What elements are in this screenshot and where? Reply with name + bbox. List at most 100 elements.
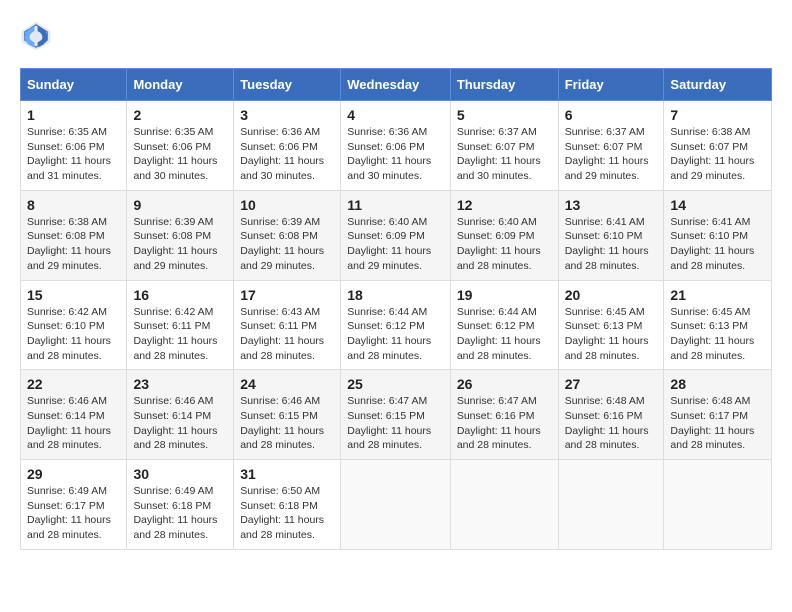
day-number: 10 — [240, 197, 334, 213]
calendar-cell: 16 Sunrise: 6:42 AMSunset: 6:11 PMDaylig… — [127, 280, 234, 370]
calendar-cell — [450, 460, 558, 550]
calendar-cell — [558, 460, 664, 550]
col-thursday: Thursday — [450, 69, 558, 101]
day-number: 17 — [240, 287, 334, 303]
day-info: Sunrise: 6:36 AMSunset: 6:06 PMDaylight:… — [240, 125, 334, 184]
col-saturday: Saturday — [664, 69, 772, 101]
calendar-cell: 26 Sunrise: 6:47 AMSunset: 6:16 PMDaylig… — [450, 370, 558, 460]
calendar-cell: 6 Sunrise: 6:37 AMSunset: 6:07 PMDayligh… — [558, 101, 664, 191]
day-info: Sunrise: 6:49 AMSunset: 6:17 PMDaylight:… — [27, 484, 120, 543]
day-number: 16 — [133, 287, 227, 303]
day-info: Sunrise: 6:47 AMSunset: 6:15 PMDaylight:… — [347, 394, 444, 453]
calendar-cell: 3 Sunrise: 6:36 AMSunset: 6:06 PMDayligh… — [234, 101, 341, 191]
calendar-cell: 2 Sunrise: 6:35 AMSunset: 6:06 PMDayligh… — [127, 101, 234, 191]
calendar-cell: 30 Sunrise: 6:49 AMSunset: 6:18 PMDaylig… — [127, 460, 234, 550]
calendar-cell: 12 Sunrise: 6:40 AMSunset: 6:09 PMDaylig… — [450, 190, 558, 280]
calendar-cell: 4 Sunrise: 6:36 AMSunset: 6:06 PMDayligh… — [341, 101, 451, 191]
day-number: 30 — [133, 466, 227, 482]
day-info: Sunrise: 6:49 AMSunset: 6:18 PMDaylight:… — [133, 484, 227, 543]
day-info: Sunrise: 6:44 AMSunset: 6:12 PMDaylight:… — [347, 305, 444, 364]
calendar-cell: 31 Sunrise: 6:50 AMSunset: 6:18 PMDaylig… — [234, 460, 341, 550]
calendar-cell: 8 Sunrise: 6:38 AMSunset: 6:08 PMDayligh… — [21, 190, 127, 280]
col-tuesday: Tuesday — [234, 69, 341, 101]
day-info: Sunrise: 6:35 AMSunset: 6:06 PMDaylight:… — [27, 125, 120, 184]
day-number: 7 — [670, 107, 765, 123]
calendar-cell: 27 Sunrise: 6:48 AMSunset: 6:16 PMDaylig… — [558, 370, 664, 460]
calendar-cell: 15 Sunrise: 6:42 AMSunset: 6:10 PMDaylig… — [21, 280, 127, 370]
calendar-cell: 5 Sunrise: 6:37 AMSunset: 6:07 PMDayligh… — [450, 101, 558, 191]
day-number: 21 — [670, 287, 765, 303]
day-info: Sunrise: 6:46 AMSunset: 6:14 PMDaylight:… — [133, 394, 227, 453]
day-info: Sunrise: 6:41 AMSunset: 6:10 PMDaylight:… — [565, 215, 658, 274]
day-info: Sunrise: 6:41 AMSunset: 6:10 PMDaylight:… — [670, 215, 765, 274]
calendar-cell: 24 Sunrise: 6:46 AMSunset: 6:15 PMDaylig… — [234, 370, 341, 460]
day-info: Sunrise: 6:45 AMSunset: 6:13 PMDaylight:… — [670, 305, 765, 364]
day-number: 20 — [565, 287, 658, 303]
calendar-cell: 25 Sunrise: 6:47 AMSunset: 6:15 PMDaylig… — [341, 370, 451, 460]
day-info: Sunrise: 6:39 AMSunset: 6:08 PMDaylight:… — [133, 215, 227, 274]
calendar-week-row: 1 Sunrise: 6:35 AMSunset: 6:06 PMDayligh… — [21, 101, 772, 191]
day-number: 5 — [457, 107, 552, 123]
day-info: Sunrise: 6:44 AMSunset: 6:12 PMDaylight:… — [457, 305, 552, 364]
day-number: 12 — [457, 197, 552, 213]
day-info: Sunrise: 6:47 AMSunset: 6:16 PMDaylight:… — [457, 394, 552, 453]
calendar-cell: 23 Sunrise: 6:46 AMSunset: 6:14 PMDaylig… — [127, 370, 234, 460]
day-number: 19 — [457, 287, 552, 303]
day-info: Sunrise: 6:45 AMSunset: 6:13 PMDaylight:… — [565, 305, 658, 364]
day-number: 15 — [27, 287, 120, 303]
calendar-cell: 7 Sunrise: 6:38 AMSunset: 6:07 PMDayligh… — [664, 101, 772, 191]
col-friday: Friday — [558, 69, 664, 101]
day-info: Sunrise: 6:46 AMSunset: 6:15 PMDaylight:… — [240, 394, 334, 453]
day-number: 23 — [133, 376, 227, 392]
day-number: 11 — [347, 197, 444, 213]
day-info: Sunrise: 6:46 AMSunset: 6:14 PMDaylight:… — [27, 394, 120, 453]
day-number: 6 — [565, 107, 658, 123]
day-info: Sunrise: 6:37 AMSunset: 6:07 PMDaylight:… — [565, 125, 658, 184]
day-info: Sunrise: 6:42 AMSunset: 6:10 PMDaylight:… — [27, 305, 120, 364]
calendar-cell: 19 Sunrise: 6:44 AMSunset: 6:12 PMDaylig… — [450, 280, 558, 370]
day-info: Sunrise: 6:36 AMSunset: 6:06 PMDaylight:… — [347, 125, 444, 184]
day-info: Sunrise: 6:40 AMSunset: 6:09 PMDaylight:… — [457, 215, 552, 274]
day-number: 26 — [457, 376, 552, 392]
calendar-week-row: 8 Sunrise: 6:38 AMSunset: 6:08 PMDayligh… — [21, 190, 772, 280]
calendar-week-row: 15 Sunrise: 6:42 AMSunset: 6:10 PMDaylig… — [21, 280, 772, 370]
day-info: Sunrise: 6:48 AMSunset: 6:16 PMDaylight:… — [565, 394, 658, 453]
calendar-cell: 28 Sunrise: 6:48 AMSunset: 6:17 PMDaylig… — [664, 370, 772, 460]
calendar-week-row: 29 Sunrise: 6:49 AMSunset: 6:17 PMDaylig… — [21, 460, 772, 550]
day-info: Sunrise: 6:48 AMSunset: 6:17 PMDaylight:… — [670, 394, 765, 453]
day-number: 13 — [565, 197, 658, 213]
calendar-cell: 14 Sunrise: 6:41 AMSunset: 6:10 PMDaylig… — [664, 190, 772, 280]
day-info: Sunrise: 6:37 AMSunset: 6:07 PMDaylight:… — [457, 125, 552, 184]
day-number: 9 — [133, 197, 227, 213]
calendar-table: Sunday Monday Tuesday Wednesday Thursday… — [20, 68, 772, 550]
col-monday: Monday — [127, 69, 234, 101]
calendar-cell: 13 Sunrise: 6:41 AMSunset: 6:10 PMDaylig… — [558, 190, 664, 280]
day-number: 4 — [347, 107, 444, 123]
day-number: 18 — [347, 287, 444, 303]
col-sunday: Sunday — [21, 69, 127, 101]
calendar-cell: 17 Sunrise: 6:43 AMSunset: 6:11 PMDaylig… — [234, 280, 341, 370]
day-number: 24 — [240, 376, 334, 392]
day-info: Sunrise: 6:35 AMSunset: 6:06 PMDaylight:… — [133, 125, 227, 184]
calendar-cell — [664, 460, 772, 550]
calendar-cell: 1 Sunrise: 6:35 AMSunset: 6:06 PMDayligh… — [21, 101, 127, 191]
calendar-cell: 10 Sunrise: 6:39 AMSunset: 6:08 PMDaylig… — [234, 190, 341, 280]
calendar-cell: 11 Sunrise: 6:40 AMSunset: 6:09 PMDaylig… — [341, 190, 451, 280]
calendar-header-row: Sunday Monday Tuesday Wednesday Thursday… — [21, 69, 772, 101]
day-number: 8 — [27, 197, 120, 213]
day-info: Sunrise: 6:43 AMSunset: 6:11 PMDaylight:… — [240, 305, 334, 364]
calendar-cell: 18 Sunrise: 6:44 AMSunset: 6:12 PMDaylig… — [341, 280, 451, 370]
calendar-cell: 20 Sunrise: 6:45 AMSunset: 6:13 PMDaylig… — [558, 280, 664, 370]
logo — [20, 20, 58, 52]
col-wednesday: Wednesday — [341, 69, 451, 101]
day-info: Sunrise: 6:38 AMSunset: 6:07 PMDaylight:… — [670, 125, 765, 184]
calendar-cell: 21 Sunrise: 6:45 AMSunset: 6:13 PMDaylig… — [664, 280, 772, 370]
day-number: 25 — [347, 376, 444, 392]
calendar-cell: 22 Sunrise: 6:46 AMSunset: 6:14 PMDaylig… — [21, 370, 127, 460]
day-number: 3 — [240, 107, 334, 123]
day-info: Sunrise: 6:50 AMSunset: 6:18 PMDaylight:… — [240, 484, 334, 543]
day-info: Sunrise: 6:42 AMSunset: 6:11 PMDaylight:… — [133, 305, 227, 364]
day-info: Sunrise: 6:40 AMSunset: 6:09 PMDaylight:… — [347, 215, 444, 274]
logo-icon — [20, 20, 52, 52]
calendar-cell: 29 Sunrise: 6:49 AMSunset: 6:17 PMDaylig… — [21, 460, 127, 550]
